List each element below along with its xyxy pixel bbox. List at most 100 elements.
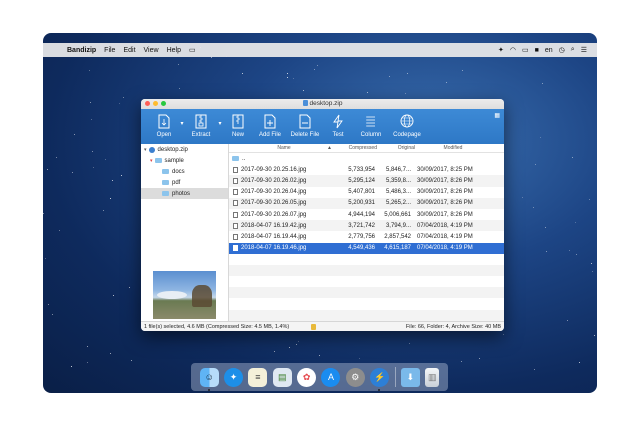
spotlight-search-icon[interactable]: ⌕ <box>571 46 575 54</box>
file-name: 2017-09-30 20.26.02.jpg <box>241 177 307 184</box>
file-original-size: 5,486,3... <box>385 189 411 196</box>
open-label: Open <box>156 132 172 138</box>
trash-icon[interactable]: ▥ <box>425 367 440 387</box>
minimize-button[interactable] <box>153 101 158 106</box>
file-row[interactable]: 2017-09-30 20.26.05.jpg 5,200,931 5,265,2.… <box>229 197 504 209</box>
keyboard-icon[interactable]: ■ <box>535 47 539 54</box>
notes-icon[interactable]: ≡ <box>248 367 268 387</box>
empty-row <box>229 287 504 299</box>
parent-folder-row[interactable]: .. <box>229 153 504 165</box>
open-icon <box>157 112 171 130</box>
tree-item-pdf[interactable]: pdf <box>141 177 228 188</box>
add-file-button[interactable]: Add File <box>253 112 287 138</box>
notification-center-icon[interactable]: ☰ <box>581 46 587 54</box>
system-preferences-icon[interactable]: ⚙ <box>345 367 365 387</box>
codepage-button[interactable]: Codepage <box>389 112 425 138</box>
zoom-button[interactable] <box>161 101 166 106</box>
title-bar[interactable]: desktop.zip <box>141 99 504 109</box>
menu-help[interactable]: Help <box>167 47 181 54</box>
file-compressed-size: 4,944,194 <box>348 211 375 218</box>
folder-icon <box>162 180 169 185</box>
file-row[interactable]: 2017-09-30 20.25.16.jpg 5,733,954 5,846,7.… <box>229 164 504 175</box>
extract-label: Extract <box>191 132 211 138</box>
column-header-compressed[interactable]: Compressed <box>331 145 377 151</box>
photos-icon[interactable]: ✿ <box>297 367 317 387</box>
app-store-icon[interactable]: A <box>321 367 341 387</box>
tree-root-label: desktop.zip <box>157 146 188 153</box>
new-button[interactable]: New <box>223 112 253 138</box>
zip-root-icon <box>148 146 155 153</box>
file-modified-date: 30/09/2017, 8:26 PM <box>417 211 473 218</box>
downloads-folder-icon[interactable]: ⬇ <box>400 367 420 387</box>
bandizip-window: desktop.zip Open ▾ Extract ▾ New Add Fil… <box>141 99 504 331</box>
test-label: Test <box>332 132 344 138</box>
close-button[interactable] <box>145 101 150 106</box>
collapse-arrow-icon[interactable]: ▾ <box>150 158 153 164</box>
file-row[interactable]: 2017-09-30 20.26.02.jpg 5,295,124 5,359,8.… <box>229 175 504 187</box>
jpg-file-icon <box>229 200 241 207</box>
file-compressed-size: 5,200,931 <box>348 200 375 207</box>
file-compressed-size: 4,549,436 <box>348 245 375 252</box>
dropbox-icon[interactable]: ✦ <box>498 46 504 54</box>
file-list: Name ▲ Compressed Original Modified .. 2… <box>229 144 504 321</box>
wifi-icon[interactable]: ◠ <box>510 46 516 54</box>
chat-bubble-icon[interactable]: ▭ <box>189 46 196 54</box>
file-compressed-size: 5,733,954 <box>348 166 375 173</box>
zip-file-icon <box>302 100 308 106</box>
layout-toggle-icon[interactable]: ▦ <box>494 112 500 119</box>
menu-bar: Bandizip File Edit View Help ▭ ✦ ◠ ▭ ■ e… <box>43 43 597 57</box>
file-original-size: 2,857,542 <box>384 233 411 240</box>
clock-icon[interactable]: ◷ <box>559 46 565 54</box>
open-button[interactable]: Open <box>149 112 179 138</box>
file-name: 2017-09-30 20.26.04.jpg <box>241 189 307 196</box>
file-original-size: 5,265,2... <box>385 200 411 207</box>
menu-view[interactable]: View <box>144 47 159 54</box>
file-modified-date: 07/04/2018, 4:19 PM <box>417 233 473 240</box>
test-button[interactable]: Test <box>323 112 353 138</box>
file-row[interactable]: 2018-04-07 16.19.42.jpg 3,721,742 3,794,9.… <box>229 220 504 232</box>
add-file-icon <box>263 112 277 130</box>
safari-icon[interactable]: ✦ <box>224 367 244 387</box>
desktop-screen: Bandizip File Edit View Help ▭ ✦ ◠ ▭ ■ e… <box>43 33 597 393</box>
jpg-file-icon <box>229 189 241 196</box>
file-row[interactable]: 2018-04-07 16.19.46.jpg 4,549,436 4,615,18… <box>229 242 504 254</box>
tree-item-sample[interactable]: ▾ sample <box>141 155 228 166</box>
selection-status: 1 file(s) selected, 4.6 MB (Compressed S… <box>144 323 290 330</box>
file-original-size: 5,359,8... <box>385 177 411 184</box>
jpg-file-icon <box>229 177 241 184</box>
column-button[interactable]: Column <box>353 112 389 138</box>
tree-root[interactable]: ▾ desktop.zip <box>141 144 228 155</box>
tree-item-photos[interactable]: photos <box>141 188 228 199</box>
menu-edit[interactable]: Edit <box>123 47 135 54</box>
menu-file[interactable]: File <box>104 47 115 54</box>
folder-up-icon <box>232 156 239 162</box>
file-row[interactable]: 2017-09-30 20.26.04.jpg 5,407,801 5,486,3.… <box>229 187 504 198</box>
menu-app-name[interactable]: Bandizip <box>67 47 96 54</box>
file-original-size: 3,794,9... <box>385 222 411 229</box>
delete-file-button[interactable]: Delete File <box>287 112 323 138</box>
file-row[interactable]: 2017-09-30 20.26.07.jpg 4,944,194 5,006,66… <box>229 209 504 220</box>
bandizip-dock-icon[interactable]: ⚡ <box>370 367 390 391</box>
test-icon <box>331 112 345 130</box>
column-header-modified[interactable]: Modified <box>415 145 485 151</box>
file-rows: .. 2017-09-30 20.25.16.jpg 5,733,954 5,846… <box>229 153 504 321</box>
battery-icon[interactable]: ▭ <box>522 46 529 54</box>
column-header-original[interactable]: Original <box>377 145 415 151</box>
file-modified-date: 30/09/2017, 8:26 PM <box>417 177 473 184</box>
file-original-size: 5,846,7... <box>385 166 411 173</box>
tree-item-label: docs <box>172 168 185 175</box>
file-row[interactable]: 2018-04-07 16.19.44.jpg 2,779,756 2,857,54… <box>229 231 504 242</box>
tree-item-docs[interactable]: docs <box>141 166 228 177</box>
extract-button[interactable]: Extract <box>185 112 217 138</box>
image-preview <box>153 271 216 319</box>
parent-folder-label: .. <box>242 155 246 162</box>
jpg-file-icon <box>229 245 241 252</box>
jpg-file-icon <box>229 233 241 240</box>
preview-icon[interactable]: ▤ <box>272 367 292 387</box>
input-source-label[interactable]: en <box>545 47 553 54</box>
extract-icon <box>194 112 208 130</box>
column-header-name[interactable]: Name <box>241 145 327 151</box>
collapse-arrow-icon[interactable]: ▾ <box>144 147 147 153</box>
finder-icon[interactable]: ☺ <box>199 367 219 391</box>
delete-file-label: Delete File <box>290 132 320 138</box>
